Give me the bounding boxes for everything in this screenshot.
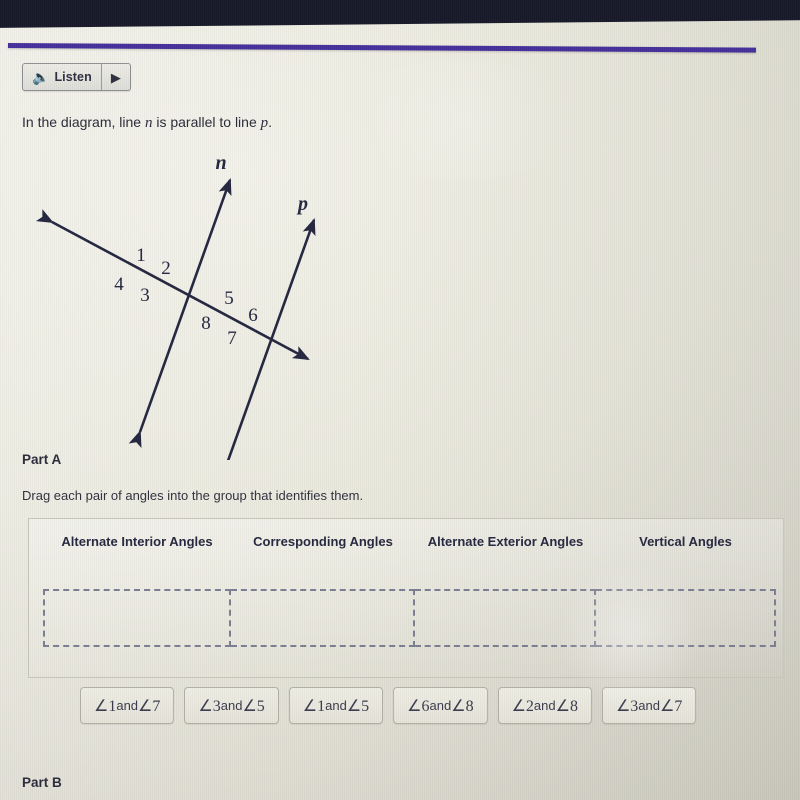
token-conjunction: and — [429, 698, 452, 713]
play-button[interactable]: ▶ — [102, 64, 130, 90]
token-second-angle: ∠8 — [451, 697, 474, 715]
part-b-heading: Part B — [22, 775, 62, 790]
token-conjunction: and — [533, 698, 556, 713]
transversal-line — [35, 209, 310, 361]
angle-pair-token[interactable]: ∠1 and ∠5 — [288, 687, 384, 724]
token-first-angle: ∠2 — [511, 697, 534, 715]
listen-toolbar[interactable]: 🔈 Listen ▶ — [22, 63, 131, 91]
listen-button[interactable]: 🔈 Listen — [23, 64, 101, 90]
part-a-instructions: Drag each pair of angles into the group … — [22, 488, 364, 503]
token-second-angle: ∠8 — [555, 697, 578, 715]
angle-pair-token[interactable]: ∠1 and ∠7 — [80, 687, 175, 724]
category-header-corresponding: Corresponding Angles — [253, 534, 393, 549]
line-label-n: n — [215, 152, 226, 174]
prompt-text-before: In the diagram, line — [22, 114, 145, 130]
dropzone-corresponding[interactable] — [231, 589, 415, 647]
play-icon: ▶ — [110, 69, 121, 85]
angle-pair-token[interactable]: ∠3 and ∠7 — [601, 687, 697, 724]
token-first-angle: ∠3 — [198, 697, 221, 715]
angle-pair-token[interactable]: ∠3 and ∠5 — [184, 687, 279, 724]
dropzone-alternate-interior[interactable] — [43, 589, 231, 647]
angle-label-6: 6 — [248, 305, 258, 326]
prompt-text-after: . — [268, 114, 273, 130]
prompt-text-middle: is parallel to line — [152, 114, 261, 130]
token-first-angle: ∠3 — [615, 697, 639, 715]
line-n — [128, 178, 232, 448]
angle-label-8: 8 — [201, 313, 211, 334]
question-prompt: In the diagram, line n is parallel to li… — [22, 114, 272, 132]
part-a-heading: Part A — [22, 452, 62, 467]
token-conjunction: and — [116, 698, 139, 713]
angle-pair-token[interactable]: ∠6 and ∠8 — [393, 687, 488, 724]
question-content: 🔈 Listen ▶ In the diagram, line n is par… — [0, 0, 800, 800]
token-first-angle: ∠6 — [407, 697, 430, 715]
category-header-alternate-interior: Alternate Interior Angles — [61, 534, 213, 549]
angle-label-5: 5 — [224, 288, 234, 309]
angle-label-7: 7 — [227, 328, 237, 349]
token-conjunction: and — [220, 698, 243, 713]
parallel-lines-transversal-diagram: n p 1 2 3 4 5 6 7 8 — [0, 140, 400, 460]
dropzone-vertical[interactable] — [596, 589, 776, 647]
listen-button-label: Listen — [54, 70, 92, 84]
line-label-p: p — [296, 193, 308, 215]
token-second-angle: ∠7 — [660, 697, 683, 715]
angle-label-1: 1 — [136, 245, 146, 266]
dropzone-row — [43, 589, 776, 647]
angle-pair-token-row: ∠1 and ∠7 ∠3 and ∠5 ∠1 and ∠5 ∠6 and ∠8 … — [80, 687, 697, 724]
line-p — [212, 218, 316, 460]
angle-label-2: 2 — [161, 258, 171, 279]
token-first-angle: ∠1 — [94, 697, 117, 715]
token-conjunction: and — [638, 698, 660, 713]
angle-label-3: 3 — [140, 285, 150, 306]
dropzone-alternate-exterior[interactable] — [415, 589, 596, 647]
category-header-row: Alternate Interior Angles Corresponding … — [43, 531, 775, 552]
token-second-angle: ∠5 — [346, 697, 370, 715]
token-second-angle: ∠7 — [138, 697, 161, 715]
angle-label-4: 4 — [114, 274, 124, 295]
category-header-vertical: Vertical Angles — [639, 534, 732, 549]
token-first-angle: ∠1 — [302, 697, 326, 715]
angle-pair-token[interactable]: ∠2 and ∠8 — [497, 687, 592, 724]
speaker-icon: 🔈 — [32, 69, 50, 85]
angle-sorting-panel: Alternate Interior Angles Corresponding … — [28, 518, 784, 678]
token-conjunction: and — [325, 698, 347, 713]
category-header-alternate-exterior: Alternate Exterior Angles — [427, 534, 584, 549]
token-second-angle: ∠5 — [242, 697, 265, 715]
